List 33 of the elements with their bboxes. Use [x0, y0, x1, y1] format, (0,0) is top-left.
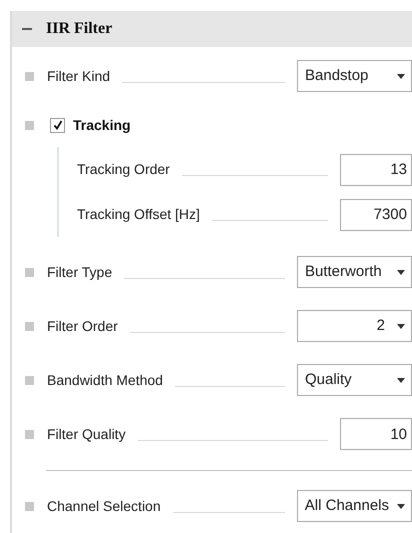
dropdown[interactable]: All Channels	[296, 490, 412, 522]
caret-icon	[397, 504, 405, 508]
property-label: Tracking Offset [Hz]	[77, 205, 200, 224]
bullet-icon	[25, 72, 34, 80]
panel-header[interactable]: IIR Filter	[12, 11, 412, 47]
bullet-icon	[25, 430, 34, 438]
check-icon	[52, 120, 62, 130]
property-label: Tracking Order	[77, 160, 170, 179]
property-label: Filter Order	[47, 316, 118, 336]
dropdown[interactable]: 2	[297, 310, 412, 342]
caret-icon	[397, 74, 405, 78]
property-label: Filter Kind	[47, 66, 110, 86]
dropdown[interactable]: Bandstop	[297, 60, 412, 92]
caret-icon	[397, 270, 405, 274]
input-field[interactable]: 7300	[340, 198, 412, 230]
caret-icon	[397, 378, 405, 382]
property-label: Bandwidth Method	[47, 370, 163, 390]
caret-icon	[397, 324, 405, 328]
property-label: Filter Type	[47, 262, 112, 282]
input-field[interactable]: 13	[340, 154, 412, 186]
bullet-icon	[25, 268, 34, 276]
bullet-icon	[25, 322, 34, 330]
dropdown[interactable]: Quality	[297, 364, 412, 396]
checkbox-label: Tracking	[73, 116, 131, 135]
property-label: Channel Selection	[47, 496, 161, 516]
bullet-icon	[25, 502, 34, 510]
bullet-icon	[25, 120, 34, 130]
bullet-icon	[25, 376, 34, 384]
panel-title: IIR Filter	[46, 19, 112, 39]
input-field[interactable]: 10	[340, 418, 412, 450]
checkbox[interactable]	[50, 118, 65, 132]
dropdown[interactable]: Butterworth	[297, 256, 412, 288]
property-label: Filter Quality	[47, 424, 126, 444]
